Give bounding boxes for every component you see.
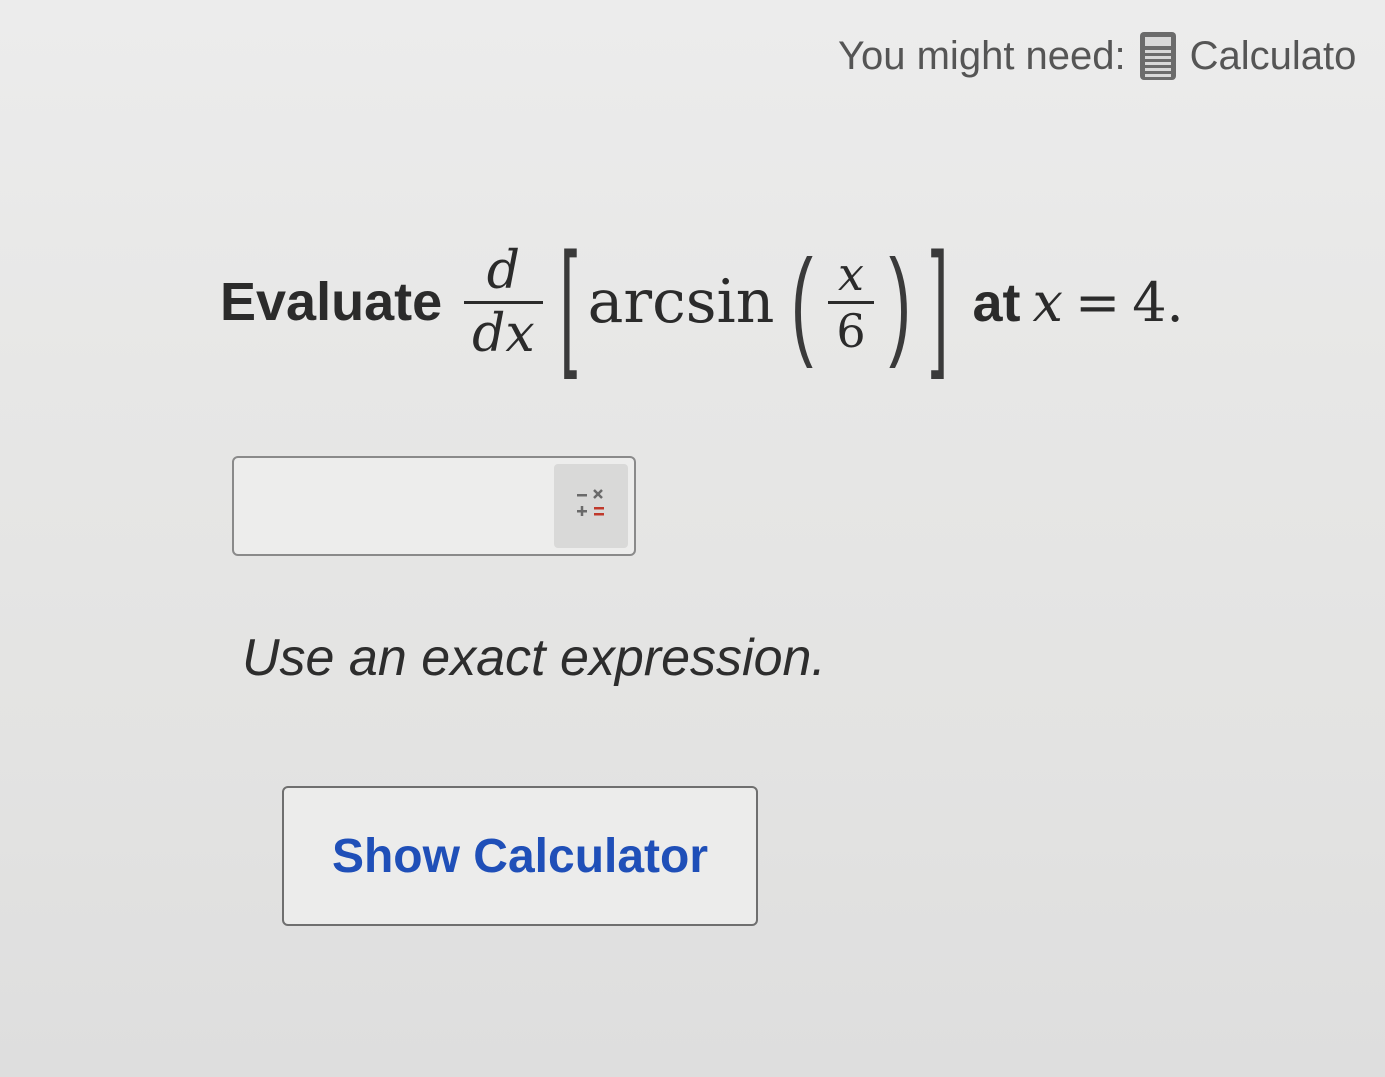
- right-bracket: ]: [930, 223, 948, 380]
- argument-fraction: x 6: [828, 246, 874, 358]
- left-bracket: [: [559, 223, 577, 380]
- equals-sign: =: [1074, 270, 1121, 334]
- evaluation-point: at x = 4.: [972, 271, 1183, 334]
- calculator-icon[interactable]: [1138, 30, 1178, 82]
- function-name: arcsin: [587, 267, 775, 337]
- evaluation-value: 4.: [1132, 270, 1184, 334]
- problem-statement: Evaluate d dx [ arcsin ( x 6 ) ] at x = …: [220, 232, 1184, 372]
- derivative-numerator: d: [486, 240, 521, 301]
- you-might-need-label: You might need:: [838, 33, 1126, 78]
- derivative-operator: d dx: [464, 241, 543, 364]
- answer-input[interactable]: [240, 464, 554, 550]
- calculator-link[interactable]: Calculato: [1190, 34, 1357, 79]
- answer-box[interactable]: [232, 456, 636, 556]
- argument-denominator: 6: [836, 303, 866, 358]
- show-calculator-button[interactable]: Show Calculator: [282, 786, 758, 926]
- argument-numerator: x: [837, 246, 864, 301]
- math-keypad-button[interactable]: [554, 464, 628, 548]
- at-word: at: [972, 272, 1021, 333]
- instruction-text: Use an exact expression.: [242, 629, 826, 687]
- you-might-need-bar: You might need: Calculato: [838, 30, 1356, 82]
- variable: x: [1032, 270, 1063, 334]
- math-keypad-icon: [571, 484, 611, 529]
- derivative-denominator: dx: [472, 303, 535, 364]
- right-paren: ): [888, 235, 911, 369]
- evaluate-word: Evaluate: [220, 272, 443, 332]
- left-paren: (: [791, 235, 814, 369]
